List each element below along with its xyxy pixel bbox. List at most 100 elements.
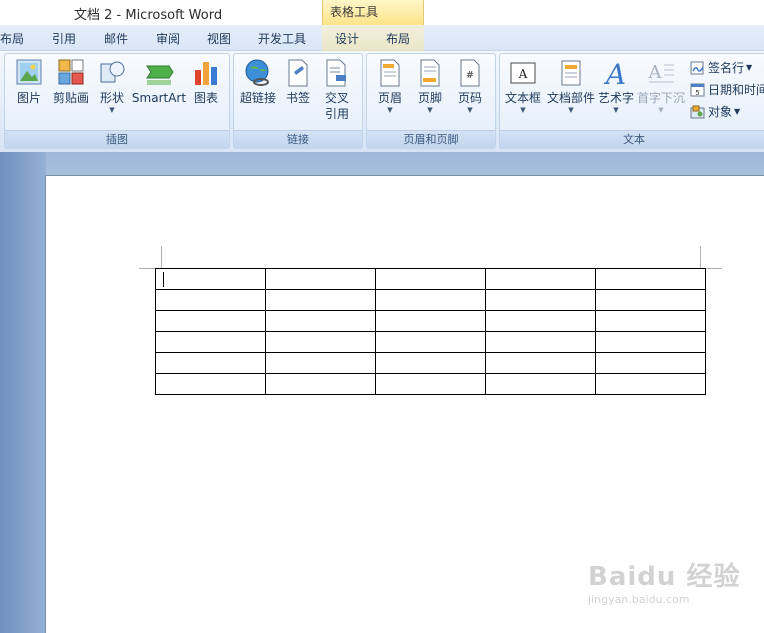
tab-design[interactable]: 设计 xyxy=(335,30,359,47)
table-row xyxy=(155,310,706,332)
table-cell[interactable] xyxy=(485,331,596,353)
table-cell[interactable] xyxy=(265,268,376,290)
smartart-icon xyxy=(146,65,174,85)
picture-label: 图片 xyxy=(16,91,41,105)
group-header-footer: 页眉 ▼ 页脚 ▼ # 页码 ▼ 页眉和页脚 xyxy=(366,53,496,149)
table-cell[interactable] xyxy=(375,331,486,353)
hyperlink-button[interactable]: 超链接 xyxy=(238,58,278,106)
tab-review[interactable]: 审阅 xyxy=(156,30,180,47)
header-button[interactable]: 页眉 ▼ xyxy=(373,58,407,114)
text-group-label: 文本 xyxy=(500,130,764,148)
table-cell[interactable] xyxy=(155,331,266,353)
calendar-icon: 5 xyxy=(690,83,705,97)
table-cell[interactable] xyxy=(485,289,596,311)
table-cell[interactable] xyxy=(155,310,266,332)
watermark-main-text: Baidu 经验 xyxy=(588,562,741,592)
quick-parts-dropdown-icon: ▼ xyxy=(568,106,574,114)
textbox-button[interactable]: A 文本框 ▼ xyxy=(502,58,544,114)
picture-button[interactable]: 图片 xyxy=(11,58,47,106)
insert-object-button[interactable]: 对象 ▼ xyxy=(690,103,740,120)
table-cell[interactable] xyxy=(485,373,596,395)
tab-references[interactable]: 引用 xyxy=(52,30,76,47)
signature-line-button[interactable]: 签名行 ▼ xyxy=(690,59,752,76)
tab-page-layout[interactable]: 布局 xyxy=(0,30,24,47)
textbox-icon: A xyxy=(510,62,536,84)
cross-reference-label-1: 交叉 xyxy=(324,91,349,105)
table-cell[interactable] xyxy=(265,352,376,374)
footer-icon xyxy=(420,59,440,87)
table-cell[interactable] xyxy=(595,373,706,395)
smartart-label: SmartArt xyxy=(131,91,187,105)
table-cell[interactable] xyxy=(265,310,376,332)
svg-text:#: # xyxy=(466,70,474,81)
bookmark-icon xyxy=(288,59,308,87)
cross-reference-button[interactable]: 交叉 引用 xyxy=(320,58,354,122)
tab-mailings[interactable]: 邮件 xyxy=(104,30,128,47)
tab-developer[interactable]: 开发工具 xyxy=(258,30,306,47)
table-cell[interactable] xyxy=(595,268,706,290)
table-tools-label: 表格工具 xyxy=(330,5,379,19)
tab-view[interactable]: 视图 xyxy=(207,30,231,47)
table-cell[interactable] xyxy=(375,310,486,332)
drop-cap-icon: A xyxy=(648,62,674,83)
wordart-dropdown-icon: ▼ xyxy=(613,106,619,114)
drop-cap-label: 首字下沉 xyxy=(637,91,686,105)
table-cell[interactable] xyxy=(595,352,706,374)
table-cell[interactable] xyxy=(375,289,486,311)
ribbon: 图片 剪贴画 形状 ▼ SmartArt 图表 插图 超链接 书签 交叉 引用 … xyxy=(0,51,764,152)
drop-cap-dropdown-icon: ▼ xyxy=(658,106,664,114)
table-cell[interactable] xyxy=(375,268,486,290)
table-cell[interactable] xyxy=(265,373,376,395)
clipart-icon xyxy=(58,59,84,85)
table-cell[interactable] xyxy=(595,310,706,332)
footer-dropdown-icon: ▼ xyxy=(427,106,433,114)
page-number-icon: # xyxy=(460,59,480,87)
date-time-button[interactable]: 5 日期和时间 xyxy=(690,81,764,98)
quick-parts-label: 文档部件 xyxy=(546,91,595,105)
object-icon xyxy=(690,105,705,118)
clipart-button[interactable]: 剪贴画 xyxy=(49,58,93,106)
textbox-dropdown-icon: ▼ xyxy=(520,106,526,114)
svg-text:5: 5 xyxy=(695,89,699,97)
wordart-button[interactable]: A 艺术字 ▼ xyxy=(597,58,635,114)
document-table-body xyxy=(155,268,706,395)
table-cell[interactable] xyxy=(485,268,596,290)
table-cell[interactable] xyxy=(485,310,596,332)
tab-table-layout[interactable]: 布局 xyxy=(386,30,410,47)
document-table[interactable] xyxy=(155,268,706,395)
table-cell[interactable] xyxy=(595,289,706,311)
footer-label: 页脚 xyxy=(417,91,442,105)
table-cell[interactable] xyxy=(375,352,486,374)
shapes-button[interactable]: 形状 ▼ xyxy=(95,58,129,114)
table-cell[interactable] xyxy=(265,331,376,353)
table-cell[interactable] xyxy=(595,331,706,353)
drop-cap-button[interactable]: A 首字下沉 ▼ xyxy=(637,58,685,114)
header-icon xyxy=(380,59,400,87)
group-illustrations: 图片 剪贴画 形状 ▼ SmartArt 图表 插图 xyxy=(4,53,230,149)
table-row xyxy=(155,268,706,290)
bookmark-button[interactable]: 书签 xyxy=(282,58,314,106)
wordart-label: 艺术字 xyxy=(597,91,634,105)
page-number-button[interactable]: # 页码 ▼ xyxy=(453,58,487,114)
signature-dropdown-icon: ▼ xyxy=(746,63,753,72)
table-cell[interactable] xyxy=(375,373,486,395)
textbox-label: 文本框 xyxy=(504,91,541,105)
group-text: A 文本框 ▼ 文档部件 ▼ A 艺术字 ▼ A 首字下沉 ▼ 签名行 ▼ 5 … xyxy=(499,53,764,149)
chart-label: 图表 xyxy=(193,91,218,105)
table-cell[interactable] xyxy=(155,268,266,290)
chart-button[interactable]: 图表 xyxy=(189,58,223,106)
table-cell[interactable] xyxy=(265,289,376,311)
svg-text:A: A xyxy=(648,62,663,83)
text-cursor xyxy=(163,271,164,287)
quick-parts-button[interactable]: 文档部件 ▼ xyxy=(546,58,596,114)
header-label: 页眉 xyxy=(377,91,402,105)
table-cell[interactable] xyxy=(155,373,266,395)
bookmark-label: 书签 xyxy=(285,91,310,105)
workspace-left-margin xyxy=(0,152,46,633)
object-label: 对象 xyxy=(708,105,733,119)
smartart-button[interactable]: SmartArt xyxy=(131,58,187,106)
footer-button[interactable]: 页脚 ▼ xyxy=(413,58,447,114)
table-cell[interactable] xyxy=(155,352,266,374)
table-cell[interactable] xyxy=(155,289,266,311)
table-cell[interactable] xyxy=(485,352,596,374)
